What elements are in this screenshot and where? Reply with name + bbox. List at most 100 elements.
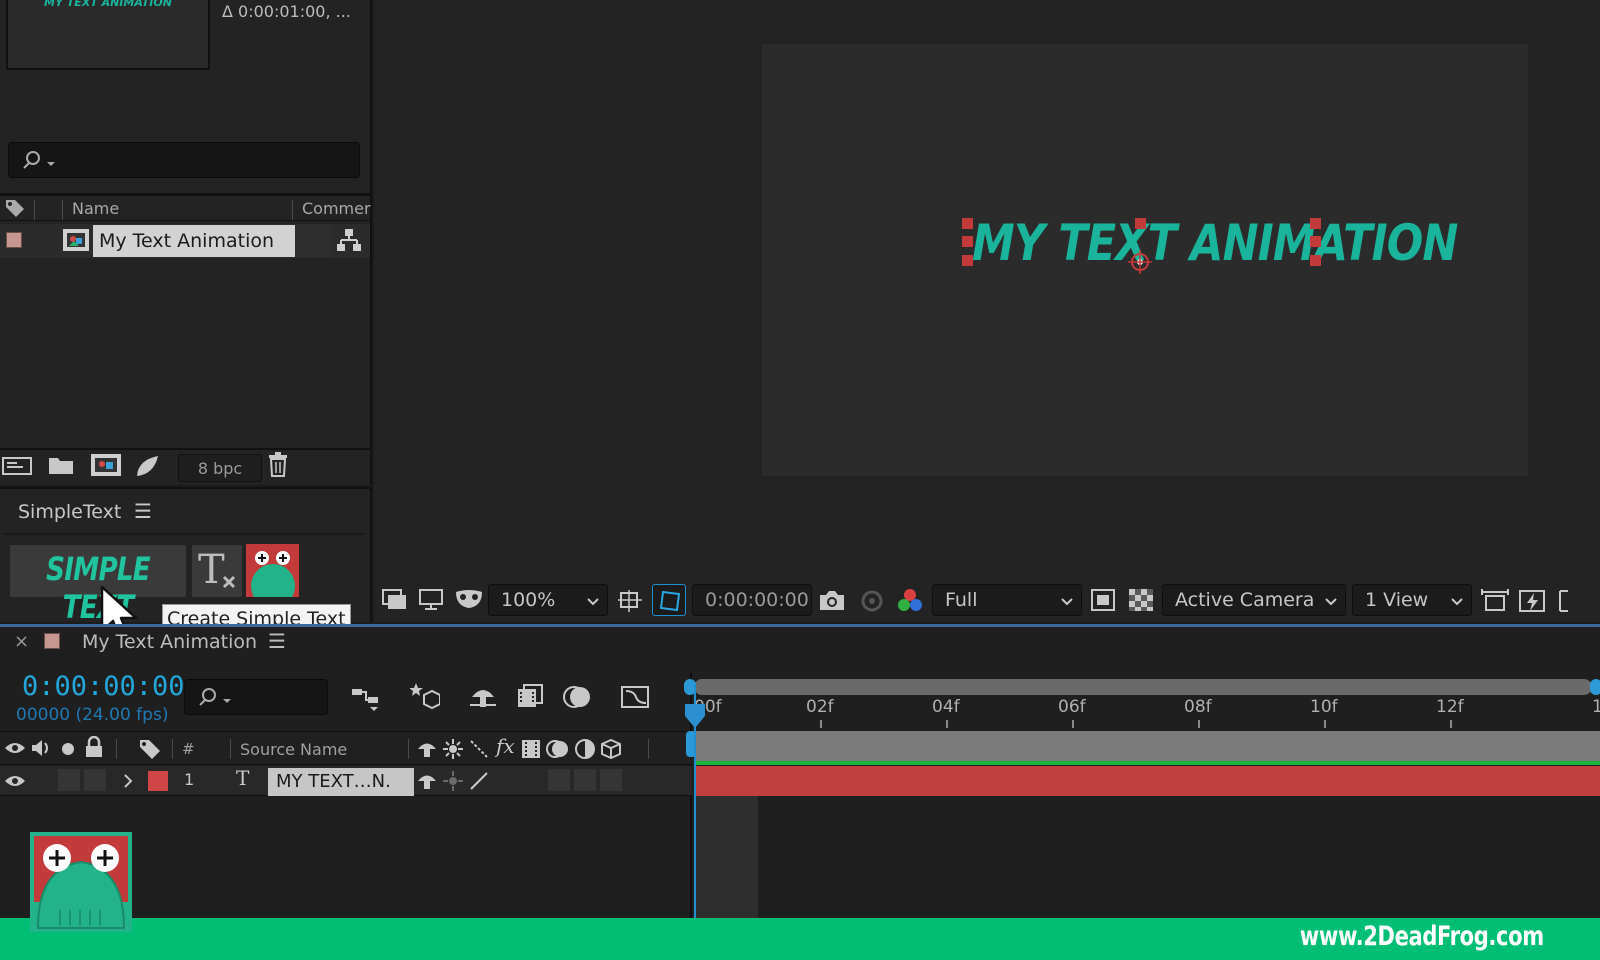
region-of-interest-button[interactable] — [652, 584, 686, 616]
column-name[interactable]: Name — [72, 199, 119, 218]
eye-icon[interactable] — [4, 740, 26, 756]
layer-label-color[interactable] — [148, 771, 168, 791]
camera-snapshot-icon[interactable] — [818, 588, 846, 612]
layer-visibility-eye-icon[interactable] — [4, 773, 26, 789]
search-icon — [23, 151, 55, 169]
graph-editor-icon[interactable] — [620, 683, 650, 711]
panel-menu-icon[interactable]: ☰ — [134, 499, 152, 523]
effects-switch-icon[interactable]: fx — [496, 734, 515, 758]
project-search-input[interactable] — [8, 142, 360, 178]
magnification-dropdown[interactable]: 100% — [488, 584, 608, 616]
project-item-name[interactable]: My Text Animation — [93, 225, 295, 257]
anchor-point-icon[interactable] — [1126, 248, 1154, 276]
adjustment-toggle[interactable] — [574, 769, 596, 791]
lock-toggle[interactable] — [84, 769, 106, 791]
shy-switch-icon[interactable] — [416, 738, 438, 760]
transparency-grid-icon[interactable] — [1128, 588, 1154, 612]
work-area-end-handle[interactable] — [1590, 679, 1600, 695]
fast-previews-icon[interactable] — [1090, 588, 1116, 612]
duration-info: Δ 0:00:01:00, ... — [222, 2, 351, 21]
draft-3d-icon[interactable] — [410, 681, 440, 711]
tick-label: 08f — [1184, 697, 1212, 717]
transform-handle[interactable] — [1310, 236, 1321, 247]
show-snapshot-icon[interactable] — [858, 588, 886, 612]
fast-draft-icon[interactable] — [1518, 588, 1546, 614]
timeline-search-input[interactable] — [184, 679, 328, 715]
column-comment[interactable]: Commer — [302, 199, 371, 218]
quality-toggle-icon[interactable] — [468, 770, 490, 792]
comp-text-layer[interactable]: MY TEXT ANIMATION — [972, 214, 1458, 272]
composition-canvas[interactable]: MY TEXT ANIMATION — [762, 44, 1528, 476]
layer-duration-bar[interactable] — [696, 766, 1600, 796]
new-composition-icon[interactable] — [90, 452, 122, 478]
color-depth-button[interactable]: 8 bpc — [178, 454, 262, 482]
expand-arrow-icon[interactable] — [122, 774, 134, 788]
lock-icon[interactable] — [84, 736, 104, 758]
new-folder-icon[interactable] — [48, 454, 74, 476]
camera-view-dropdown[interactable]: Active Camera — [1162, 584, 1346, 616]
motion-blur-switch-icon[interactable] — [546, 738, 570, 760]
adjustment-layer-icon[interactable] — [574, 738, 596, 760]
work-area-bar[interactable] — [684, 679, 1600, 695]
timeline-tab-title[interactable]: My Text Animation — [82, 631, 257, 653]
toggle-pixel-aspect-icon[interactable] — [1480, 588, 1510, 612]
transform-handle[interactable] — [962, 236, 973, 247]
current-time-display[interactable]: 0:00:00:00 — [22, 671, 185, 702]
motion-blur-icon[interactable] — [562, 683, 592, 711]
text-layer-icon: T — [236, 766, 250, 790]
resolution-dropdown[interactable]: Full — [932, 584, 1082, 616]
frame-blend-switch-icon[interactable] — [520, 738, 542, 760]
chevron-down-icon — [587, 598, 599, 606]
audio-icon[interactable] — [30, 738, 52, 758]
label-tag-icon[interactable] — [138, 738, 162, 760]
chevron-down-icon — [1061, 598, 1073, 606]
collapse-switch-icon[interactable] — [442, 738, 464, 760]
leaf-icon[interactable] — [134, 454, 160, 478]
close-tab-icon[interactable]: × — [14, 631, 29, 652]
color-channels-icon[interactable] — [896, 588, 924, 614]
shy-layers-icon[interactable] — [468, 683, 498, 711]
motion-blur-toggle[interactable] — [548, 769, 570, 791]
3d-toggle[interactable] — [600, 769, 622, 791]
shy-toggle-icon[interactable] — [416, 770, 438, 792]
project-item-row[interactable]: My Text Animation — [0, 224, 370, 258]
comp-flowchart-icon[interactable] — [350, 685, 382, 713]
transform-handle[interactable] — [1135, 218, 1146, 229]
preview-icon[interactable] — [382, 588, 408, 612]
transform-handle[interactable] — [962, 255, 973, 266]
monitor-icon[interactable] — [418, 588, 444, 612]
transform-handle[interactable] — [1310, 218, 1321, 229]
column-source-name[interactable]: Source Name — [240, 740, 347, 759]
clear-formatting-button[interactable]: T — [192, 545, 242, 597]
3d-layer-icon[interactable] — [600, 738, 622, 760]
layer-name[interactable]: MY TEXT…N. — [268, 768, 414, 796]
quality-switch-icon[interactable] — [468, 738, 490, 760]
create-simple-text-button[interactable]: SIMPLE TEXT — [10, 545, 186, 626]
grid-guides-icon[interactable] — [616, 588, 644, 614]
timeline-panel: × My Text Animation ☰ 0:00:00:00 00000 (… — [0, 624, 1600, 921]
render-status-bar — [696, 761, 1600, 765]
transform-handle[interactable] — [1310, 255, 1321, 266]
playhead-handle-icon[interactable] — [684, 703, 706, 731]
interpret-footage-icon[interactable] — [2, 454, 34, 478]
timeline-menu-icon[interactable]: ☰ — [268, 629, 286, 653]
current-time-field[interactable]: 0:00:00:00 — [692, 584, 812, 616]
frame-blending-icon[interactable] — [516, 683, 544, 711]
comp-track-bar[interactable] — [696, 731, 1600, 761]
collapse-toggle-icon[interactable] — [442, 770, 464, 792]
transform-handle[interactable] — [962, 218, 973, 229]
solo-icon[interactable] — [60, 741, 76, 757]
view-layout-dropdown[interactable]: 1 View — [1352, 584, 1472, 616]
frog-logo-icon[interactable] — [246, 544, 299, 597]
label-tag-icon[interactable] — [4, 198, 26, 218]
website-url[interactable]: www.2DeadFrog.com — [1300, 921, 1544, 952]
solo-toggle[interactable] — [58, 769, 80, 791]
more-options-icon[interactable] — [1558, 588, 1578, 614]
flowchart-icon[interactable] — [336, 228, 362, 252]
layer-row[interactable]: 1 T MY TEXT…N. — [0, 766, 692, 796]
column-number[interactable]: # — [182, 740, 195, 758]
frame-rate-display: 00000 (24.00 fps) — [16, 705, 169, 725]
label-swatch[interactable] — [6, 232, 22, 248]
mask-icon[interactable] — [454, 588, 484, 612]
trash-icon[interactable] — [266, 452, 290, 478]
